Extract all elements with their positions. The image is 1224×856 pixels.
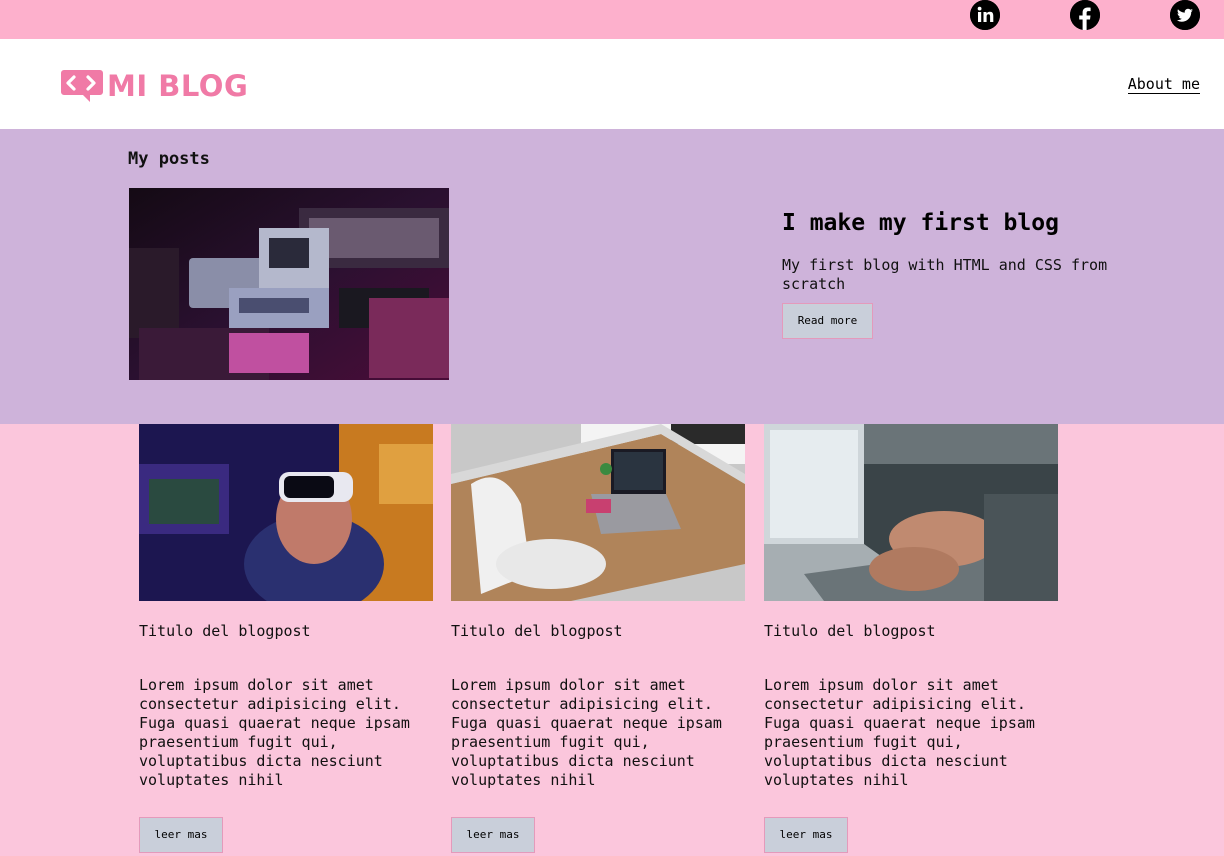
blogpost-card: Titulo del blogpost Lorem ipsum dolor si…: [764, 424, 1058, 853]
blogpost-card: Titulo del blogpost Lorem ipsum dolor si…: [139, 424, 433, 853]
section-title: My posts: [128, 149, 210, 169]
blogpost-card: Titulo del blogpost Lorem ipsum dolor si…: [451, 424, 745, 853]
featured-post-description: My first blog with HTML and CSS from scr…: [782, 256, 1108, 293]
linkedin-icon[interactable]: [970, 0, 1000, 30]
card-image: [139, 424, 433, 601]
featured-post-text: I make my first blog My first blog with …: [782, 209, 1122, 339]
card-image: [451, 424, 745, 601]
featured-post-image: [129, 188, 449, 380]
facebook-icon[interactable]: [1070, 0, 1100, 30]
card-description: Lorem ipsum dolor sit amet consectetur a…: [451, 676, 722, 789]
card-image: [764, 424, 1058, 601]
twitter-icon[interactable]: [1170, 0, 1200, 30]
read-more-button[interactable]: leer mas: [451, 817, 535, 853]
read-more-button[interactable]: leer mas: [139, 817, 223, 853]
logo-text: MI BLOG: [107, 68, 249, 103]
site-header: MI BLOG About me: [0, 39, 1224, 129]
featured-section: My posts I make my first blog My first b…: [0, 129, 1224, 424]
logo-mark-icon: [61, 70, 103, 102]
nav-link-about[interactable]: About me: [1127, 75, 1200, 94]
card-description: Lorem ipsum dolor sit amet consectetur a…: [764, 676, 1035, 789]
logo[interactable]: MI BLOG: [61, 69, 248, 102]
card-description: Lorem ipsum dolor sit amet consectetur a…: [139, 676, 410, 789]
featured-post-title: I make my first blog: [782, 210, 1059, 236]
card-title: Titulo del blogpost: [451, 622, 623, 640]
read-more-button[interactable]: Read more: [782, 303, 873, 339]
read-more-button[interactable]: leer mas: [764, 817, 848, 853]
card-title: Titulo del blogpost: [764, 622, 936, 640]
card-title: Titulo del blogpost: [139, 622, 311, 640]
social-bar: [0, 0, 1224, 39]
